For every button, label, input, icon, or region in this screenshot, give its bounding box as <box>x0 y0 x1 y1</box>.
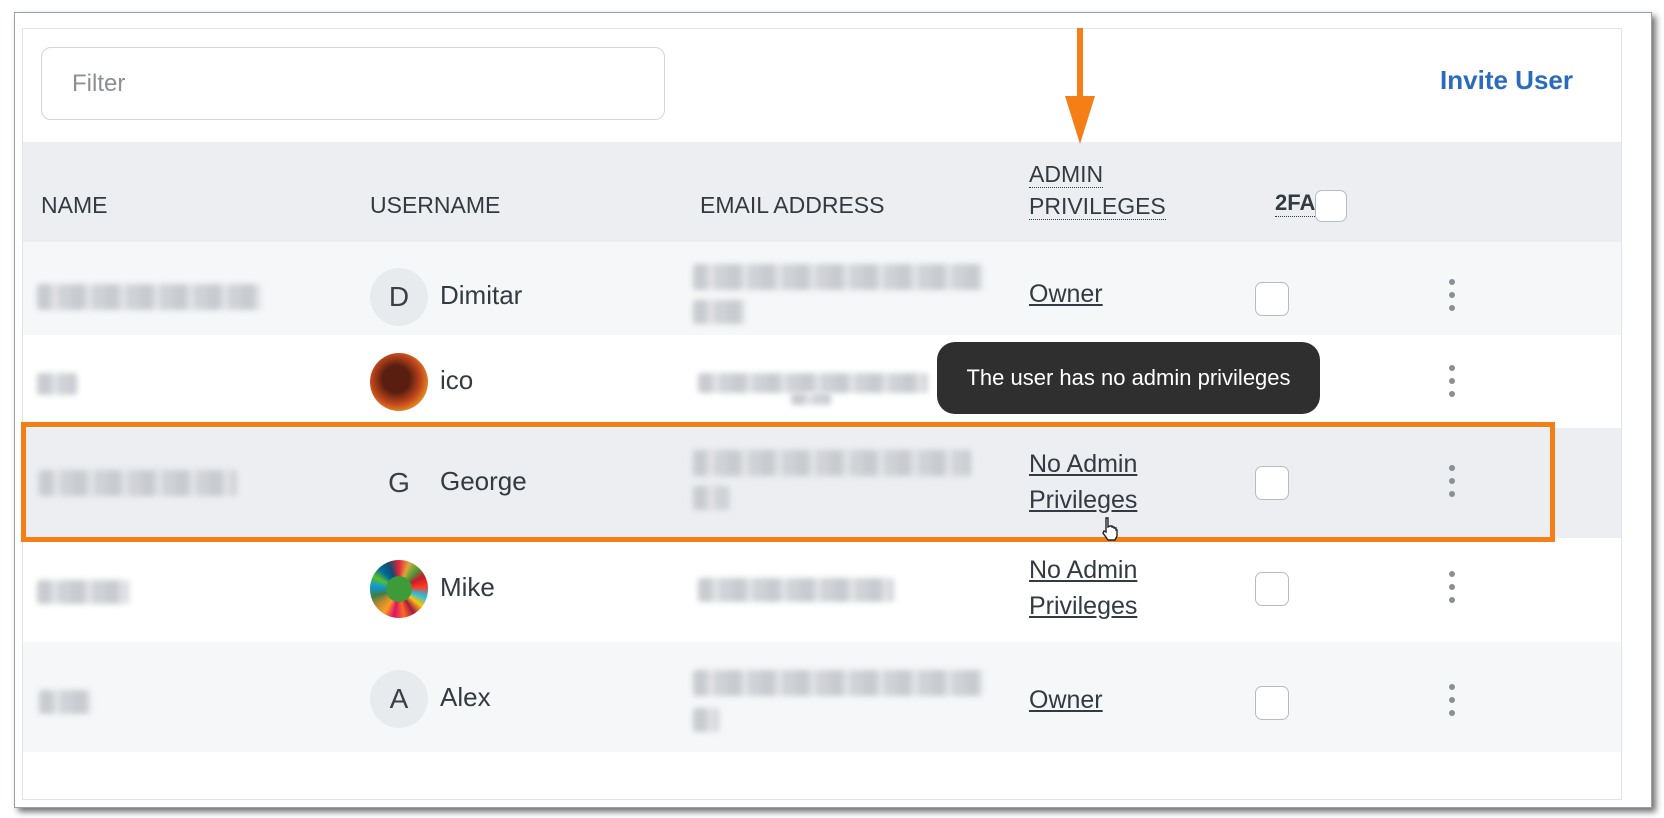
name-cell-redacted <box>37 580 129 604</box>
column-header-admin: ADMIN PRIVILEGES <box>1029 158 1166 222</box>
more-options-icon[interactable] <box>1446 279 1458 313</box>
admin-privileges-link[interactable]: Owner <box>1029 276 1103 312</box>
column-header-email: EMAIL ADDRESS <box>700 192 885 218</box>
select-all-2fa-checkbox[interactable] <box>1315 190 1347 222</box>
table-row: Mike No Admin Privileges <box>23 538 1621 642</box>
avatar: D <box>370 268 428 326</box>
hand-pointer-cursor-icon <box>1102 517 1118 541</box>
email-cell-redacted-line2 <box>693 708 719 732</box>
users-panel: Invite User NAME USERNAME EMAIL ADDRESS … <box>22 28 1622 800</box>
more-options-icon[interactable] <box>1446 684 1458 718</box>
avatar: A <box>370 670 428 728</box>
more-options-icon[interactable] <box>1446 365 1458 399</box>
2fa-checkbox[interactable] <box>1255 572 1289 606</box>
2fa-checkbox[interactable] <box>1255 686 1289 720</box>
email-cell-redacted-line2 <box>693 300 745 324</box>
email-cell-redacted <box>698 578 894 602</box>
table-row: ico <box>23 335 1621 428</box>
admin-privileges-link[interactable]: Owner <box>1029 682 1103 718</box>
username-cell: Mike <box>440 572 495 602</box>
colorful-wheel-image-avatar <box>370 560 428 618</box>
username-cell: Dimitar <box>440 280 523 310</box>
table-row: D Dimitar Owner <box>23 242 1621 335</box>
filter-input[interactable] <box>41 47 665 120</box>
username-cell: Alex <box>440 682 491 712</box>
planet-image-avatar <box>370 353 428 411</box>
column-header-2fa: 2FA <box>1275 190 1316 217</box>
name-cell-redacted <box>39 690 91 714</box>
2fa-checkbox[interactable] <box>1255 282 1289 316</box>
down-arrow-annotation-icon <box>1065 28 1095 144</box>
table-header: NAME USERNAME EMAIL ADDRESS ADMIN PRIVIL… <box>23 142 1621 242</box>
email-cell-redacted <box>698 373 928 393</box>
name-cell-redacted <box>37 373 77 395</box>
column-header-admin-line2: PRIVILEGES <box>1029 193 1166 220</box>
invite-user-button[interactable]: Invite User <box>1440 65 1573 96</box>
selected-row-highlight-annotation <box>21 422 1555 542</box>
column-header-admin-line1: ADMIN <box>1029 161 1104 188</box>
more-options-icon[interactable] <box>1446 571 1458 605</box>
email-cell-redacted <box>693 264 983 290</box>
name-cell-redacted <box>37 284 261 310</box>
table-row: A Alex Owner <box>23 642 1621 752</box>
email-cell-redacted-line2 <box>791 393 831 405</box>
admin-privileges-tooltip: The user has no admin privileges <box>937 342 1320 414</box>
column-header-name: NAME <box>41 192 108 218</box>
username-cell: ico <box>440 365 474 395</box>
column-header-username: USERNAME <box>370 192 501 218</box>
email-cell-redacted <box>693 670 983 696</box>
admin-privileges-link[interactable]: No Admin Privileges <box>1029 552 1137 624</box>
